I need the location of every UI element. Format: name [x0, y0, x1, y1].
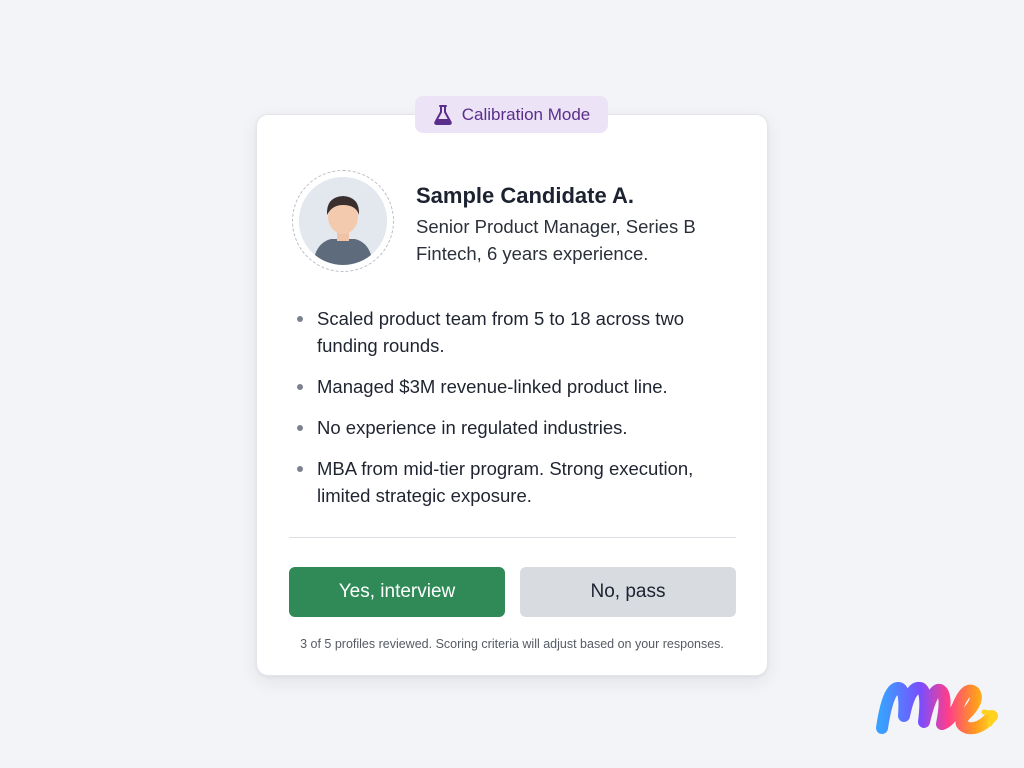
avatar — [292, 170, 394, 272]
highlights-list: Scaled product team from 5 to 18 across … — [295, 305, 735, 523]
calibration-mode-badge: Calibration Mode — [415, 96, 608, 133]
candidate-title-line: Fintech, 6 years experience. — [416, 243, 649, 264]
candidate-title-line: Senior Product Manager, Series B — [416, 216, 696, 237]
list-item-line: MBA from mid-tier program. Strong execut… — [317, 458, 694, 479]
list-item-line: Managed $3M revenue-linked product line. — [317, 376, 668, 397]
badge-label: Calibration Mode — [461, 104, 591, 124]
brand-logo-icon — [876, 666, 998, 742]
list-item: No experience in regulated industries. — [295, 414, 735, 441]
list-item: Scaled product team from 5 to 18 across … — [295, 305, 735, 359]
yes-interview-button[interactable]: Yes, interview — [289, 567, 505, 617]
list-item: Managed $3M revenue-linked product line. — [295, 373, 735, 400]
list-item-line: funding rounds. — [317, 335, 445, 356]
list-item: MBA from mid-tier program. Strong execut… — [295, 455, 735, 509]
candidate-card: Sample Candidate A. Senior Product Manag… — [256, 114, 768, 676]
divider — [289, 537, 736, 538]
list-item-line: limited strategic exposure. — [317, 485, 532, 506]
progress-status-text: 3 of 5 profiles reviewed. Scoring criter… — [300, 637, 724, 651]
candidate-title: Senior Product Manager, Series B Fintech… — [416, 213, 736, 267]
no-pass-button[interactable]: No, pass — [520, 567, 736, 617]
list-item-line: No experience in regulated industries. — [317, 417, 628, 438]
person-avatar-icon — [299, 177, 387, 265]
candidate-name: Sample Candidate A. — [416, 183, 635, 208]
list-item-line: Scaled product team from 5 to 18 across … — [317, 308, 685, 329]
flask-icon — [433, 104, 453, 126]
